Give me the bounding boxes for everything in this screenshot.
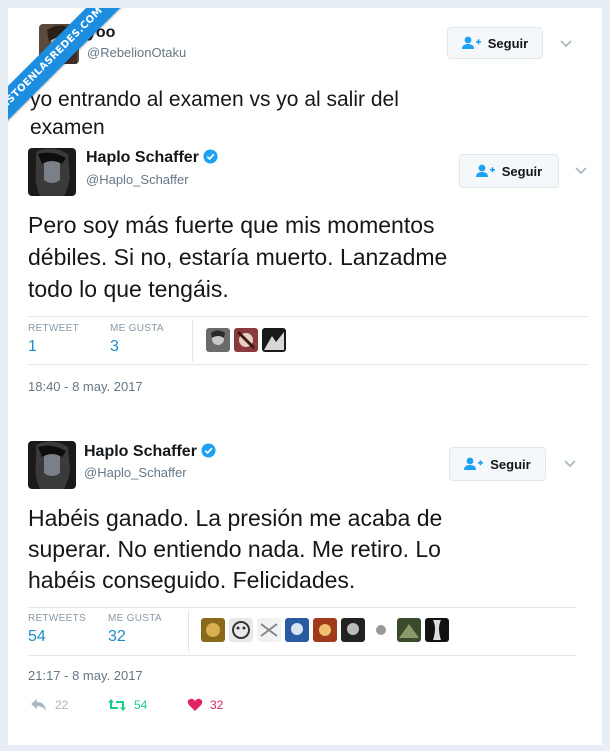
likes-count[interactable]: 3 [110, 338, 119, 356]
author-name-text: Haplo Schaffer [84, 443, 197, 460]
tweet-text-line: habéis conseguido. Felicidades. [28, 567, 356, 593]
liker-avatar[interactable] [285, 618, 309, 642]
reply-icon [31, 699, 46, 711]
chevron-down-icon[interactable] [574, 166, 588, 176]
author-handle[interactable]: @RebelionOtaku [87, 45, 186, 60]
heart-icon [187, 698, 203, 711]
retweet-action-count: 54 [134, 698, 148, 712]
tweet-timestamp[interactable]: 18:40 - 8 may. 2017 [28, 379, 143, 394]
verified-badge-icon [203, 149, 218, 164]
likes-label: ME GUSTA [110, 323, 164, 334]
tweet-text-line: Pero soy más fuerte que mis momentos [28, 212, 435, 238]
divider [192, 320, 193, 362]
liker-avatar[interactable] [313, 618, 337, 642]
liker-avatar[interactable] [262, 328, 286, 352]
author-name[interactable]: Haplo Schaffer [86, 149, 218, 167]
avatar[interactable] [28, 441, 76, 489]
liker-avatar[interactable] [206, 328, 230, 352]
author-name[interactable]: Haplo Schaffer [84, 443, 216, 461]
add-user-icon [475, 164, 495, 177]
follow-label: Seguir [487, 35, 529, 51]
chevron-down-icon[interactable] [559, 39, 573, 49]
tweet-timestamp[interactable]: 21:17 - 8 may. 2017 [28, 668, 143, 683]
reply-action[interactable]: 22 [30, 698, 68, 712]
liker-avatar[interactable] [341, 618, 365, 642]
retweet-label: RETWEET [28, 323, 79, 334]
post-text-line: examen [30, 116, 105, 139]
retweet-label: RETWEETS [28, 613, 86, 624]
avatar[interactable] [28, 148, 76, 196]
liker-avatar[interactable] [425, 618, 449, 642]
divider [28, 655, 576, 656]
liker-avatar[interactable] [201, 618, 225, 642]
divider [28, 607, 576, 608]
likes-label: ME GUSTA [108, 613, 162, 624]
tweet-text-line: débiles. Si no, estaría muerto. Lanzadme [28, 244, 448, 270]
author-handle[interactable]: @Haplo_Schaffer [84, 465, 187, 480]
liker-avatar[interactable] [257, 618, 281, 642]
like-action-count: 32 [210, 698, 224, 712]
tweet-text-line: Habéis ganado. La presión me acaba de [28, 505, 443, 531]
liker-avatar[interactable] [234, 328, 258, 352]
follow-label: Seguir [501, 163, 543, 179]
tweet-text-line: todo lo que tengáis. [28, 276, 229, 302]
liker-avatar[interactable] [229, 618, 253, 642]
retweet-icon [108, 699, 126, 711]
divider [28, 316, 588, 317]
chevron-down-icon[interactable] [563, 459, 577, 469]
author-name-text: Haplo Schaffer [86, 149, 199, 166]
retweet-action[interactable]: 54 [107, 698, 147, 712]
retweet-count[interactable]: 1 [28, 338, 37, 356]
divider [188, 610, 189, 652]
post-text-line: yo entrando al examen vs yo al salir del [30, 88, 399, 111]
follow-button[interactable]: Seguir [459, 154, 559, 188]
screenshot-card: VISTOENLASREDES.COM yoo @RebelionOtaku S… [8, 8, 602, 745]
liker-avatar[interactable] [369, 618, 393, 642]
follow-button[interactable]: Seguir [447, 27, 543, 59]
tweet-text-line: superar. No entiendo nada. Me retiro. Lo [28, 536, 441, 562]
follow-label: Seguir [490, 456, 531, 472]
author-handle[interactable]: @Haplo_Schaffer [86, 172, 189, 187]
add-user-icon [464, 457, 484, 470]
follow-button[interactable]: Seguir [449, 447, 546, 481]
retweet-count[interactable]: 54 [28, 628, 46, 646]
liker-avatar[interactable] [397, 618, 421, 642]
likes-count[interactable]: 32 [108, 628, 126, 646]
divider [28, 364, 588, 365]
verified-badge-icon [201, 443, 216, 458]
add-user-icon [461, 36, 481, 49]
reply-count: 22 [55, 698, 69, 712]
like-action[interactable]: 32 [187, 698, 223, 712]
